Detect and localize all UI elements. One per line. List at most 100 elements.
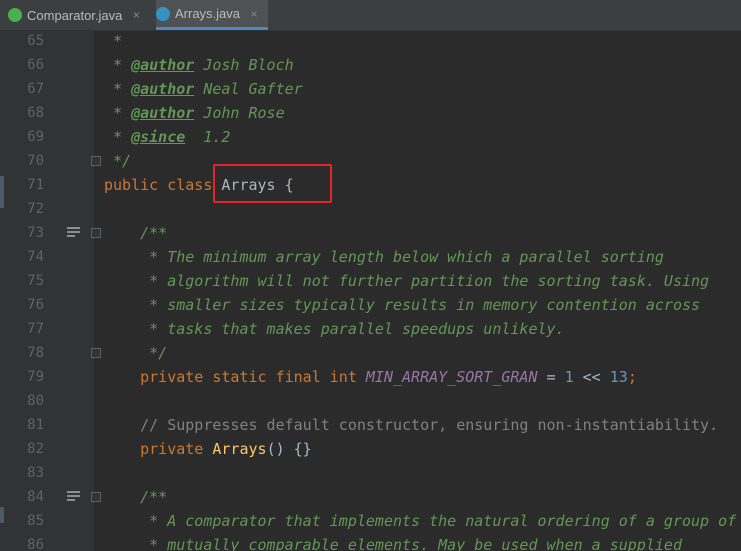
code-token: () {} bbox=[266, 440, 312, 458]
code-text: private static final int MIN_ARRAY_SORT_… bbox=[104, 365, 637, 389]
code-token: // Suppresses default constructor, ensur… bbox=[104, 416, 719, 434]
code-text: /** bbox=[104, 485, 167, 509]
code-token: Josh Bloch bbox=[194, 56, 294, 74]
line-number: 73 bbox=[27, 225, 44, 241]
code-text: * A comparator that implements the natur… bbox=[104, 509, 736, 533]
code-text: */ bbox=[104, 341, 167, 365]
code-text: * @since 1.2 bbox=[104, 125, 230, 149]
code-token: 13 bbox=[609, 368, 628, 386]
code-line: 84 /** bbox=[0, 485, 741, 509]
code-token: * bbox=[104, 32, 123, 50]
code-token: ; bbox=[627, 368, 637, 386]
code-line: 86 * mutually comparable elements. May b… bbox=[0, 533, 741, 551]
line-number: 70 bbox=[27, 153, 44, 169]
tab-comparator-java[interactable]: Comparator.java × bbox=[8, 0, 148, 30]
code-token: * bbox=[104, 80, 132, 98]
code-token: /** bbox=[104, 488, 168, 506]
code-token: << bbox=[573, 368, 610, 386]
line-number: 68 bbox=[27, 105, 44, 121]
doc-icon-bar bbox=[67, 235, 75, 237]
fold-toggle-icon[interactable] bbox=[91, 156, 101, 166]
tab-label: Comparator.java bbox=[27, 7, 123, 23]
code-line: 75 * algorithm will not further partitio… bbox=[0, 269, 741, 293]
code-token: * algorithm will not further partition t… bbox=[104, 272, 710, 290]
code-line: 73 /** bbox=[0, 221, 741, 245]
close-icon[interactable]: × bbox=[248, 7, 260, 21]
code-token: * bbox=[104, 56, 132, 74]
code-line: 74 * The minimum array length below whic… bbox=[0, 245, 741, 269]
line-number: 67 bbox=[27, 81, 44, 97]
code-token: 1.2 bbox=[185, 128, 231, 146]
code-line: 76 * smaller sizes typically results in … bbox=[0, 293, 741, 317]
code-line: 72 bbox=[0, 197, 741, 221]
code-token: */ bbox=[104, 344, 168, 362]
code-token: * The minimum array length below which a… bbox=[104, 248, 664, 266]
render-doc-icon[interactable] bbox=[67, 227, 80, 238]
tab-arrays-java[interactable]: Arrays.java × bbox=[156, 0, 268, 30]
code-token: MIN_ARRAY_SORT_GRAN bbox=[365, 368, 538, 386]
line-number: 74 bbox=[27, 249, 44, 265]
code-line: 68 * @author John Rose bbox=[0, 101, 741, 125]
code-text: /** bbox=[104, 221, 167, 245]
line-number: 79 bbox=[27, 369, 44, 385]
code-token: * mutually comparable elements. May be u… bbox=[104, 536, 682, 551]
code-text: * tasks that makes parallel speedups unl… bbox=[104, 317, 565, 341]
code-line: 70 */ bbox=[0, 149, 741, 173]
line-number: 81 bbox=[27, 417, 44, 433]
code-token: * A comparator that implements the natur… bbox=[104, 512, 737, 530]
code-line: 71 public class Arrays { bbox=[0, 173, 741, 197]
fold-toggle-icon[interactable] bbox=[91, 492, 101, 502]
render-doc-icon[interactable] bbox=[67, 491, 80, 502]
java-class-icon bbox=[156, 6, 170, 21]
code-line: 81 // Suppresses default constructor, en… bbox=[0, 413, 741, 437]
code-token: * bbox=[104, 128, 132, 146]
code-token: 1 bbox=[564, 368, 574, 386]
code-line: 82 private Arrays() {} bbox=[0, 437, 741, 461]
code-line: 83 bbox=[0, 461, 741, 485]
code-text: */ bbox=[104, 149, 131, 173]
java-interface-icon bbox=[8, 8, 22, 22]
doc-icon-bar bbox=[67, 231, 80, 233]
line-number: 72 bbox=[27, 201, 44, 217]
code-token: @author bbox=[131, 80, 195, 98]
code-text: * algorithm will not further partition t… bbox=[104, 269, 709, 293]
close-icon[interactable]: × bbox=[130, 8, 142, 22]
line-number: 66 bbox=[27, 57, 44, 73]
code-text: * bbox=[104, 31, 122, 53]
highlight-box bbox=[213, 164, 332, 203]
code-line: 67 * @author Neal Gafter bbox=[0, 77, 741, 101]
code-text: // Suppresses default constructor, ensur… bbox=[104, 413, 718, 437]
fold-toggle-icon[interactable] bbox=[91, 348, 101, 358]
code-token: * tasks that makes parallel speedups unl… bbox=[104, 320, 565, 338]
code-token: * smaller sizes typically results in mem… bbox=[104, 296, 701, 314]
line-number: 85 bbox=[27, 513, 44, 529]
line-number: 84 bbox=[27, 489, 44, 505]
doc-icon-bar bbox=[67, 227, 80, 229]
line-number: 78 bbox=[27, 345, 44, 361]
code-line: 79 private static final int MIN_ARRAY_SO… bbox=[0, 365, 741, 389]
code-text: * The minimum array length below which a… bbox=[104, 245, 664, 269]
code-token: Neal Gafter bbox=[194, 80, 303, 98]
code-token: = bbox=[537, 368, 565, 386]
code-text: * mutually comparable elements. May be u… bbox=[104, 533, 682, 551]
code-token: private static final int bbox=[104, 368, 366, 386]
code-line: 65 * bbox=[0, 31, 741, 53]
code-line: 80 bbox=[0, 389, 741, 413]
code-token: * bbox=[104, 104, 132, 122]
code-line: 69 * @since 1.2 bbox=[0, 125, 741, 149]
code-token: */ bbox=[104, 152, 132, 170]
code-token: @author bbox=[131, 56, 195, 74]
code-token: @since bbox=[131, 128, 186, 146]
code-line: 85 * A comparator that implements the na… bbox=[0, 509, 741, 533]
line-number: 71 bbox=[27, 177, 44, 193]
line-number: 65 bbox=[27, 33, 44, 49]
line-number: 75 bbox=[27, 273, 44, 289]
fold-toggle-icon[interactable] bbox=[91, 228, 101, 238]
code-text: private Arrays() {} bbox=[104, 437, 312, 461]
code-text: * @author John Rose bbox=[104, 101, 285, 125]
tab-label: Arrays.java bbox=[175, 6, 241, 21]
line-number: 69 bbox=[27, 129, 44, 145]
code-token: private bbox=[104, 440, 213, 458]
code-editor[interactable]: 65 * 66 * @author Josh Bloch 67 * @author … bbox=[0, 31, 741, 551]
code-token: /** bbox=[104, 224, 168, 242]
